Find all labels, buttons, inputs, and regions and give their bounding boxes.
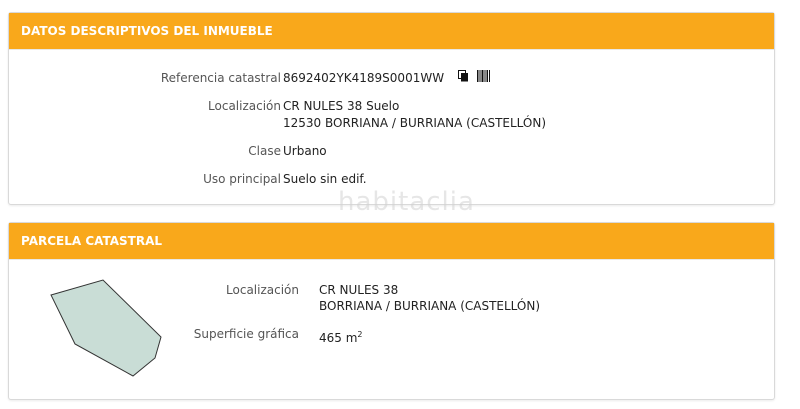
parcela-localizacion-line1: CR NULES 38 [319,283,399,297]
ref-catastral-value: 8692402YK4189S0001WW [283,71,445,85]
descriptive-data-header: DATOS DESCRIPTIVOS DEL INMUEBLE [9,13,774,50]
parcela-panel: PARCELA CATASTRAL Localización CR NULES … [8,222,775,400]
localizacion-line1: CR NULES 38 Suelo [283,99,400,113]
parcela-localizacion-line2: BORRIANA / BURRIANA (CASTELLÓN) [319,299,541,313]
parcel-shape-image [50,279,162,377]
clase-value: Urbano [283,144,327,158]
superficie-label: Superficie gráfica [193,327,299,341]
parcela-header: PARCELA CATASTRAL [9,223,774,260]
ref-catastral-label: Referencia catastral [160,71,281,85]
superficie-number: 465 m [319,331,358,345]
panel-title: PARCELA CATASTRAL [21,234,163,248]
panel-title: DATOS DESCRIPTIVOS DEL INMUEBLE [21,24,273,38]
copy-icon[interactable] [457,70,469,87]
localizacion-line2: 12530 BORRIANA / BURRIANA (CASTELLÓN) [283,116,547,130]
superficie-exponent: 2 [357,330,363,339]
superficie-value: 465 m2 [319,326,363,347]
uso-principal-label: Uso principal [203,172,281,186]
barcode-icon[interactable] [476,70,490,87]
descriptive-data-panel: DATOS DESCRIPTIVOS DEL INMUEBLE Referenc… [8,12,775,205]
ref-icons [454,70,490,87]
uso-principal-value: Suelo sin edif. [283,172,367,186]
watermark-logo: habitaclia [338,187,475,217]
parcela-localizacion-label: Localización [226,283,299,297]
ref-catastral-row: 8692402YK4189S0001WW [283,70,490,87]
clase-label: Clase [248,144,281,158]
localizacion-label: Localización [208,99,281,113]
